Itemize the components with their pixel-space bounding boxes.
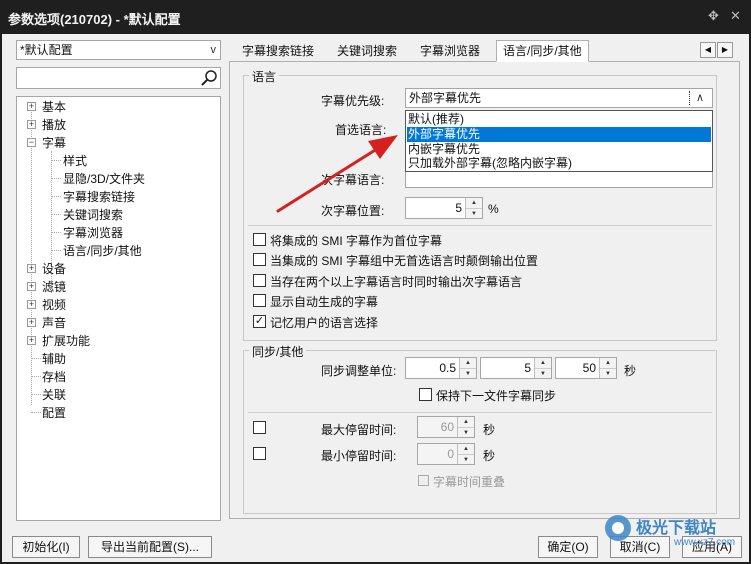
checkbox-dual-output-label: 当存在两个以上字幕语言时同时输出次字幕语言	[270, 275, 523, 289]
window-title: 参数选项(210702) - *默认配置	[8, 12, 181, 27]
tree-item-subtitle-search-links[interactable]: 字幕搜索链接	[63, 188, 135, 206]
tab-scroll-left-icon[interactable]: ◀	[700, 42, 716, 58]
option-external-first[interactable]: 外部字幕优先	[407, 127, 711, 142]
watermark-logo-icon	[605, 515, 631, 541]
expand-icon[interactable]: +	[27, 336, 36, 345]
settings-tree: + 基本 + 播放 − 字幕 样式 显隐/3D/文件夹 字幕搜索链接 关键词搜索…	[16, 96, 221, 521]
max-duration-label: 最大停留时间:	[321, 423, 397, 437]
priority-label: 字幕优先级:	[321, 94, 385, 108]
checkbox-overlap-label: 字幕时间重叠	[433, 475, 506, 489]
search-icon[interactable]	[200, 69, 218, 87]
profile-select[interactable]: *默认配置 v	[16, 40, 221, 60]
sync-unit-stepper-3[interactable]: 50 ▲ ▼	[555, 357, 617, 379]
tab-keyword-search[interactable]: 关键词搜索	[330, 40, 404, 62]
secondary-position-value: 5	[455, 201, 462, 215]
checkbox-keep-sync-label: 保持下一文件字幕同步	[436, 389, 557, 403]
expand-icon[interactable]: +	[27, 318, 36, 327]
checkbox-auto-generated[interactable]	[253, 294, 266, 307]
tree-item-association[interactable]: 关联	[42, 386, 66, 404]
tab-subtitle-search-links[interactable]: 字幕搜索链接	[235, 40, 321, 62]
sync-unit-stepper-1[interactable]: 0.5 ▲ ▼	[405, 357, 477, 379]
seconds-unit: 秒	[483, 449, 496, 463]
pin-icon[interactable]: ✥	[708, 8, 719, 24]
expand-icon[interactable]: +	[27, 120, 36, 129]
sync-unit-stepper-2[interactable]: 5 ▲ ▼	[480, 357, 552, 379]
watermark-text: 极光下载站	[636, 520, 717, 537]
stepper-down-icon[interactable]: ▼	[458, 427, 474, 437]
chevron-up-icon: ∧	[695, 92, 704, 104]
checkbox-max-duration[interactable]	[253, 421, 266, 434]
export-config-button[interactable]: 导出当前配置(S)...	[88, 536, 212, 558]
stepper-down-icon[interactable]: ▼	[460, 368, 476, 378]
stepper-up-icon[interactable]: ▲	[458, 444, 474, 454]
chevron-down-icon: v	[210, 44, 217, 56]
checkbox-keep-sync[interactable]	[419, 388, 432, 401]
checkbox-min-duration[interactable]	[253, 447, 266, 460]
checkbox-remember-language[interactable]: ✓	[253, 315, 266, 328]
expand-icon[interactable]: +	[27, 102, 36, 111]
tree-item-assist[interactable]: 辅助	[42, 350, 66, 368]
subtitle-priority-value: 外部字幕优先	[409, 91, 482, 105]
expand-icon[interactable]: +	[27, 264, 36, 273]
checkbox-smi-reverse-label: 当集成的 SMI 字幕组中无首选语言时颠倒输出位置	[270, 254, 539, 268]
checkbox-smi-reverse[interactable]	[253, 253, 266, 266]
tab-subtitle-browser[interactable]: 字幕浏览器	[413, 40, 487, 62]
ok-button[interactable]: 确定(O)	[538, 536, 598, 558]
collapse-icon[interactable]: −	[27, 138, 36, 147]
min-duration-label: 最小停留时间:	[321, 449, 397, 463]
option-external-only[interactable]: 只加载外部字幕(忽略内嵌字幕)	[407, 156, 711, 171]
min-duration-stepper[interactable]: 0 ▲ ▼	[417, 443, 475, 465]
tree-item-language-sync[interactable]: 语言/同步/其他	[63, 242, 142, 260]
subtitle-priority-dropdown[interactable]: 默认(推荐) 外部字幕优先 内嵌字幕优先 只加载外部字幕(忽略内嵌字幕)	[405, 110, 713, 172]
expand-icon[interactable]: +	[27, 282, 36, 291]
tree-item-config[interactable]: 配置	[42, 404, 66, 422]
stepper-up-icon[interactable]: ▲	[600, 358, 616, 368]
sync-unit-label: 同步调整单位:	[321, 364, 397, 378]
stepper-down-icon[interactable]: ▼	[600, 368, 616, 378]
secondary-position-stepper[interactable]: 5 ▲ ▼	[405, 197, 483, 219]
tree-item-subtitle-browser[interactable]: 字幕浏览器	[63, 224, 123, 242]
checkbox-smi-primary-label: 将集成的 SMI 字幕作为首位字幕	[270, 234, 443, 248]
tree-item-style[interactable]: 样式	[63, 152, 87, 170]
option-default[interactable]: 默认(推荐)	[407, 112, 711, 127]
expand-icon[interactable]: +	[27, 300, 36, 309]
checkbox-dual-output[interactable]	[253, 274, 266, 287]
close-icon[interactable]: ✕	[730, 8, 741, 24]
seconds-unit: 秒	[624, 364, 637, 378]
title-bar: 参数选项(210702) - *默认配置 ✥ ✕	[0, 0, 751, 34]
subtitle-priority-select[interactable]: 外部字幕优先 ∧	[405, 88, 713, 108]
stepper-up-icon[interactable]: ▲	[535, 358, 551, 368]
watermark-url: www.xz7.com	[674, 537, 736, 548]
annotation-arrow-icon	[276, 135, 398, 213]
tab-scroll-right-icon[interactable]: ▶	[717, 42, 733, 58]
percent-unit: %	[488, 202, 499, 216]
tree-item-keyword-search[interactable]: 关键词搜索	[63, 206, 123, 224]
seconds-unit: 秒	[483, 423, 496, 437]
dialog-body: *默认配置 v + 基本 + 播放 − 字幕 样式 显隐/3D/文件夹 字幕搜索…	[2, 34, 749, 562]
checkbox-overlap[interactable]	[418, 475, 429, 486]
stepper-down-icon[interactable]: ▼	[466, 208, 482, 218]
checkbox-smi-primary[interactable]	[253, 233, 266, 246]
search-input[interactable]	[16, 67, 221, 89]
stepper-up-icon[interactable]: ▲	[458, 417, 474, 427]
stepper-up-icon[interactable]: ▲	[466, 198, 482, 208]
checkbox-remember-language-label: 记忆用户的语言选择	[270, 316, 379, 330]
tab-language-sync[interactable]: 语言/同步/其他	[496, 40, 589, 62]
language-group-label: 语言	[249, 68, 280, 85]
stepper-down-icon[interactable]: ▼	[458, 454, 474, 464]
tree-item-visibility[interactable]: 显隐/3D/文件夹	[63, 170, 145, 188]
init-button[interactable]: 初始化(I)	[12, 536, 80, 558]
sync-group-label: 同步/其他	[249, 343, 307, 360]
option-embedded-first[interactable]: 内嵌字幕优先	[407, 142, 711, 157]
stepper-up-icon[interactable]: ▲	[460, 358, 476, 368]
profile-select-value: *默认配置	[20, 43, 73, 57]
max-duration-stepper[interactable]: 60 ▲ ▼	[417, 416, 475, 438]
stepper-down-icon[interactable]: ▼	[535, 368, 551, 378]
checkbox-auto-generated-label: 显示自动生成的字幕	[270, 295, 379, 309]
tree-item-archive[interactable]: 存档	[42, 368, 66, 386]
